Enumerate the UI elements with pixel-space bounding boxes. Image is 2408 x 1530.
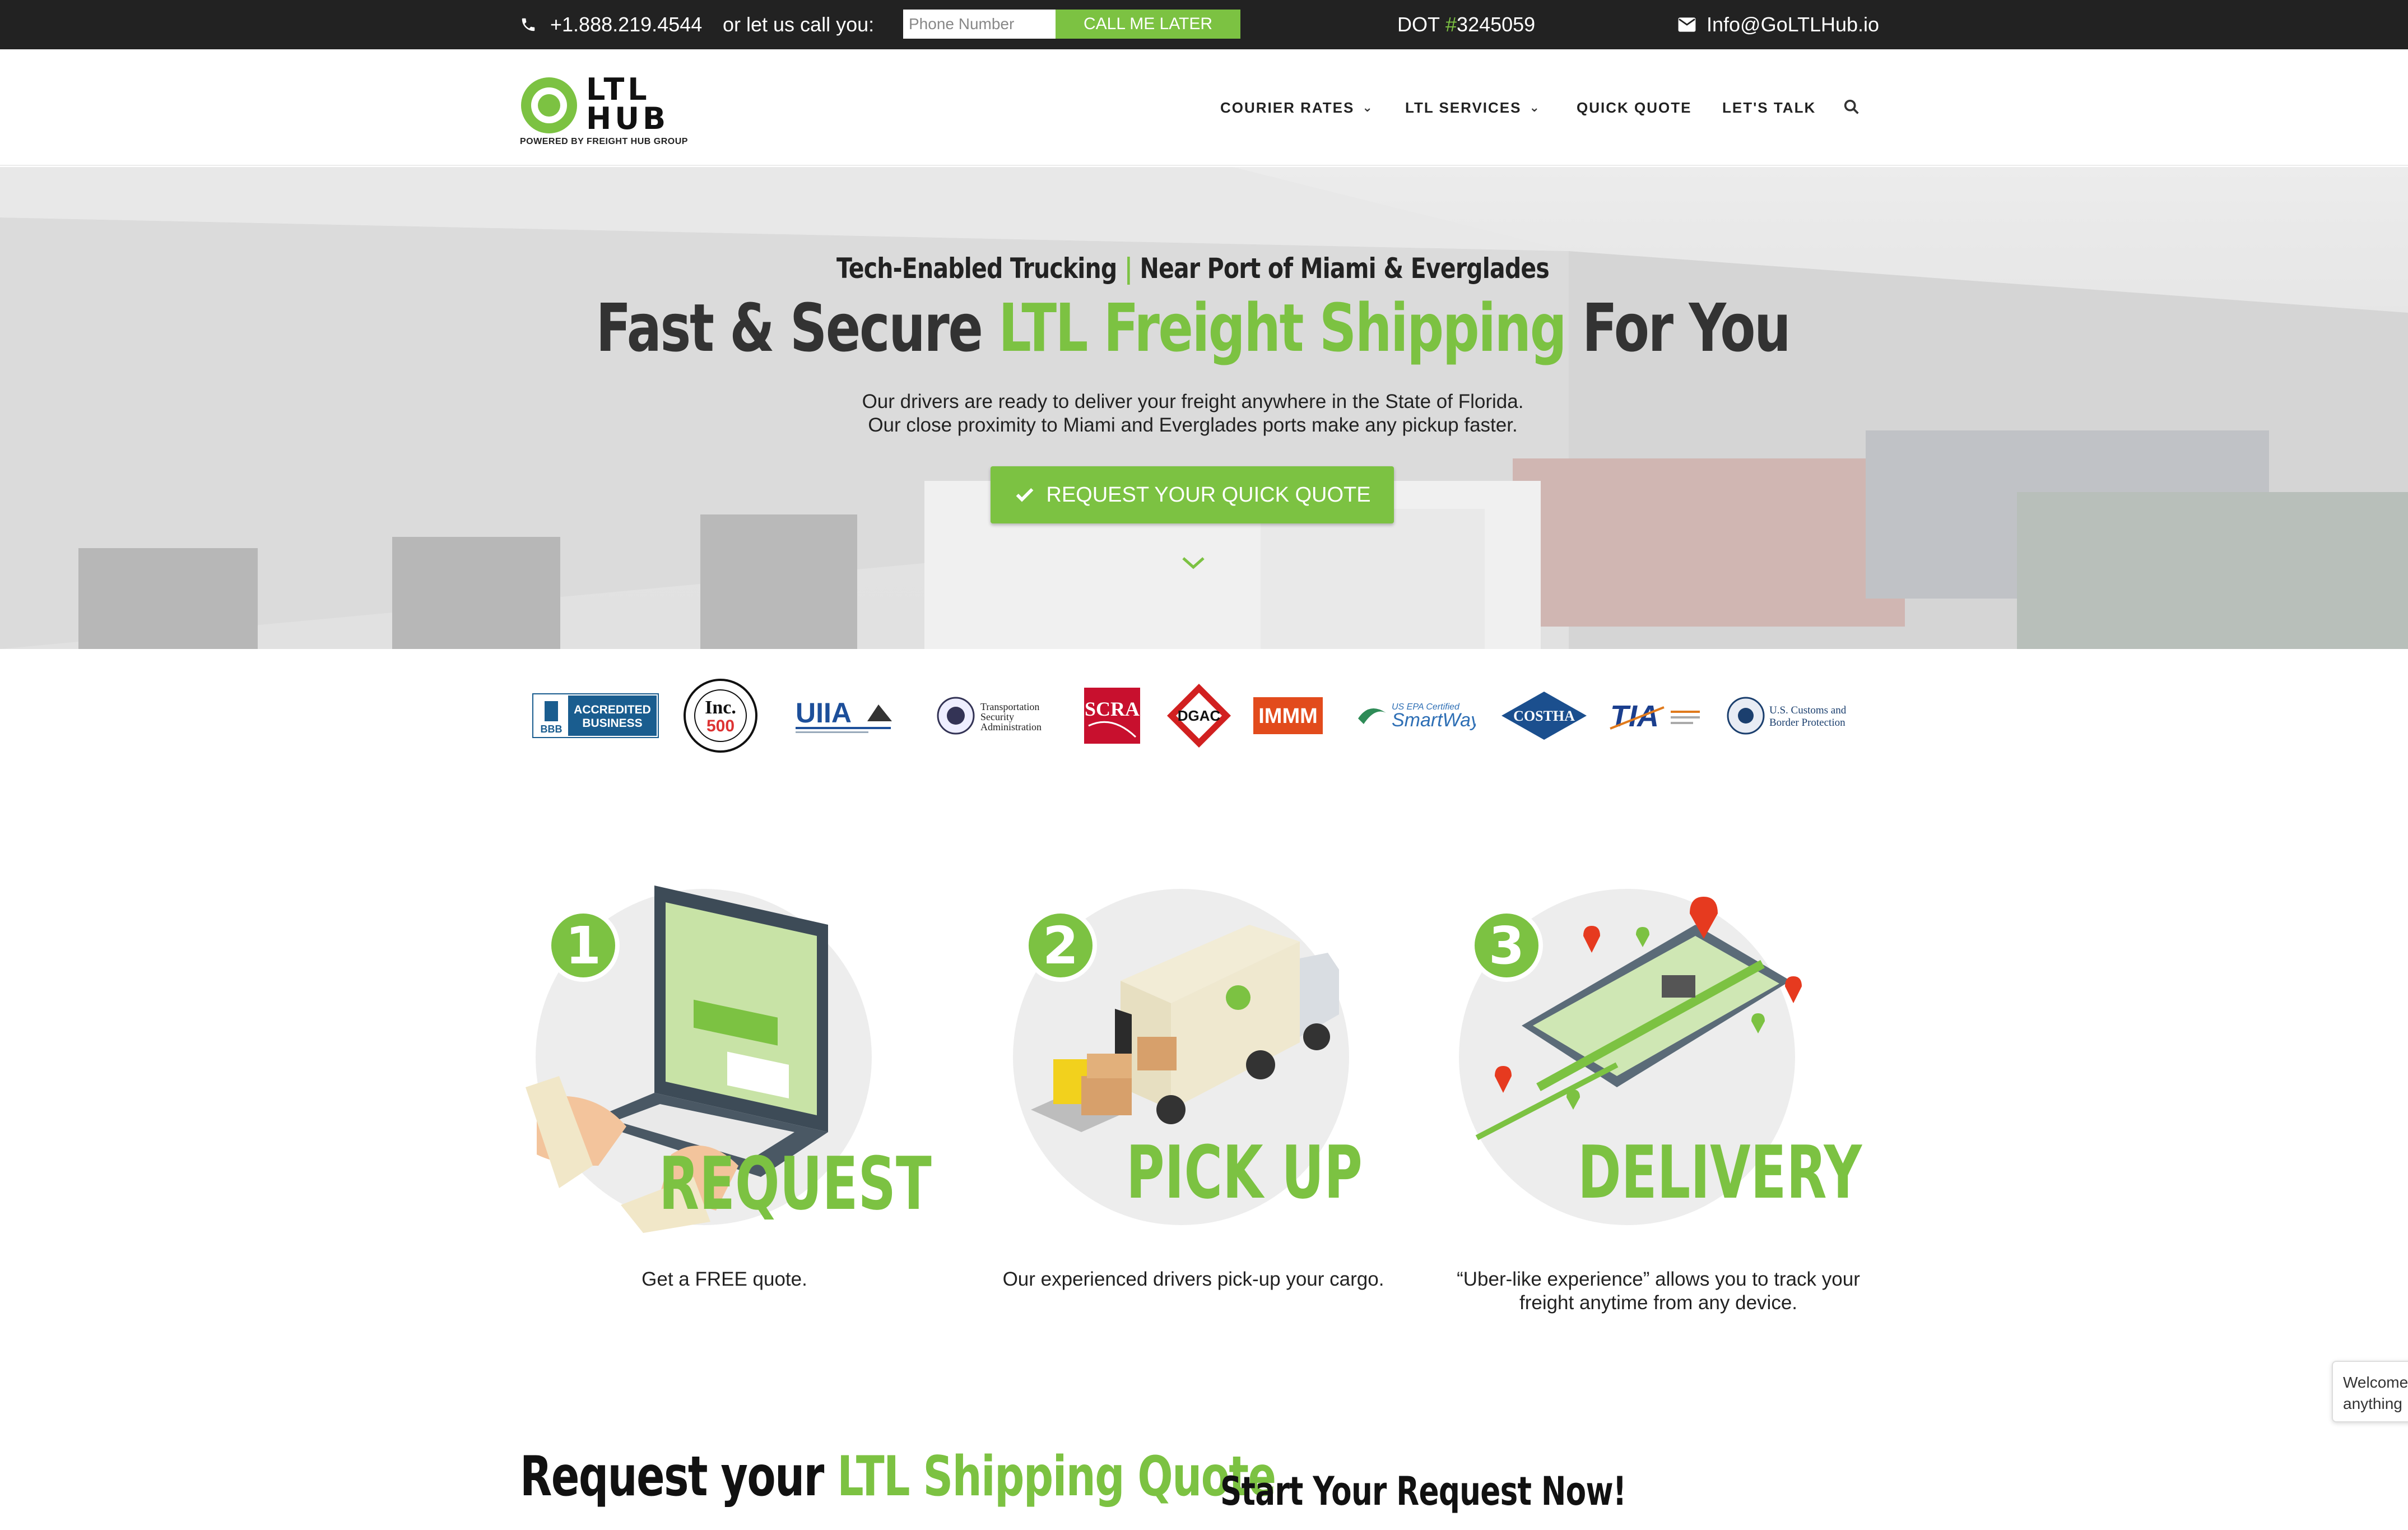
chat-line-1: Welcome	[2343, 1374, 2408, 1391]
page: +1.888.219.4544 or let us call you: CALL…	[0, 0, 2408, 1530]
scra-text: SCRA	[1085, 698, 1140, 720]
scroll-down-chevron-icon[interactable]	[1181, 555, 1206, 572]
step-delivery: 3 DELIVERY	[1449, 874, 1862, 1244]
step-3-description: “Uber-like experience” allows you to tra…	[1440, 1268, 1877, 1315]
request-quick-quote-label: REQUEST YOUR QUICK QUOTE	[1046, 483, 1371, 507]
hero-title-a: Fast & Secure	[596, 289, 983, 367]
callback-phone-input[interactable]	[903, 10, 1056, 39]
hero-description-line-1: Our drivers are ready to deliver your fr…	[862, 391, 1524, 412]
quote-section-title: Request your LTL Shipping Quote	[520, 1445, 1276, 1509]
nav-courier-rates[interactable]: COURIER RATES ⌄	[1220, 49, 1374, 166]
chat-line-2: anything	[2343, 1395, 2402, 1412]
nav-ltl-services[interactable]: LTL SERVICES ⌄	[1405, 49, 1541, 166]
nav-lets-talk[interactable]: LET'S TALK	[1722, 49, 1816, 166]
logo-wordmark: LTL HUB	[586, 72, 670, 136]
step-3-description-line-1: “Uber-like experience” allows you to tra…	[1457, 1268, 1860, 1290]
hero-subtitle-b: Near Port of Miami & Everglades	[1140, 252, 1549, 285]
tsa-logo: Transportation Security Administration	[936, 683, 1059, 749]
hero-description-line-2: Our close proximity to Miami and Evergla…	[868, 414, 1518, 436]
logo-line-1: LTL	[586, 72, 650, 107]
logo-line-2: HUB	[586, 101, 670, 136]
step-title: DELIVERY	[1578, 1130, 1862, 1215]
tsa-line-2: Security	[980, 711, 1014, 722]
step-number: 2	[1024, 909, 1097, 982]
nav-label: QUICK QUOTE	[1577, 99, 1692, 116]
logo-mark-icon	[521, 77, 577, 133]
smartway-logo: US EPA Certified SmartWay	[1352, 683, 1476, 749]
call-me-later-button[interactable]: CALL ME LATER	[1056, 10, 1240, 39]
step-title: REQUEST	[659, 1141, 932, 1226]
step-1-description: Get a FREE quote.	[641, 1268, 807, 1290]
hero-title-highlight: LTL Freight Shipping	[998, 289, 1566, 367]
immm-text: IMMM	[1258, 704, 1318, 728]
smartway-line-2: SmartWay	[1392, 710, 1476, 731]
nav-quick-quote[interactable]: QUICK QUOTE	[1577, 49, 1691, 166]
hero-description: Our drivers are ready to deliver your fr…	[0, 390, 2386, 437]
step-pickup: 2 PICK UP	[1003, 874, 1363, 1244]
costha-logo: COSTHA	[1499, 683, 1589, 749]
topbar-phone-link[interactable]: +1.888.219.4544	[520, 0, 702, 49]
tia-logo: TIA	[1608, 683, 1703, 749]
step-title: PICK UP	[1126, 1130, 1363, 1215]
chat-widget[interactable]: Welcome anything	[2332, 1361, 2408, 1422]
phone-icon	[522, 18, 535, 31]
dgac-logo: DGAC	[1165, 683, 1233, 749]
step-3-description-line-2: freight anytime from any device.	[1519, 1292, 1798, 1314]
dot-number: DOT #3245059	[1397, 0, 1535, 49]
hero-title: Fast & Secure LTL Freight Shipping For Y…	[262, 289, 2123, 367]
hero-subtitle-separator: |	[1124, 252, 1133, 285]
bbb-line-2: BUSINESS	[582, 717, 642, 730]
accreditation-logos: ACCREDITED BUSINESS BBB Inc. 500 UIIA Tr…	[0, 649, 2408, 755]
hero-subtitle-a: Tech-Enabled Trucking	[836, 252, 1117, 285]
site-header: LTL HUB POWERED BY FREIGHT HUB GROUP COU…	[0, 49, 2408, 166]
scra-logo: SCRA	[1081, 683, 1143, 749]
inc-500-logo: Inc. 500	[681, 679, 760, 753]
nav-label: COURIER RATES	[1220, 99, 1355, 116]
step-2-description: Our experienced drivers pick-up your car…	[1002, 1268, 1384, 1290]
hero-subtitle: Tech-Enabled Trucking | Near Port of Mia…	[215, 252, 2171, 285]
quote-title-highlight: LTL Shipping Quote	[837, 1445, 1276, 1509]
uiia-text: UIIA	[796, 697, 852, 729]
cbp-line-2: Border Protection	[1769, 717, 1845, 729]
start-request-title: Start Your Request Now!	[1220, 1468, 1626, 1514]
search-icon[interactable]	[1842, 98, 1861, 117]
tia-text: TIA	[1610, 699, 1659, 733]
step-number: 3	[1470, 909, 1543, 982]
logo-tagline: POWERED BY FREIGHT HUB GROUP	[520, 137, 688, 146]
topbar-email-text: Info@GoLTLHub.io	[1707, 13, 1880, 36]
chevron-down-icon: ⌄	[1529, 100, 1541, 114]
nav-label: LTL SERVICES	[1405, 99, 1522, 116]
bbb-line-1: ACCREDITED	[574, 703, 651, 716]
dot-hash: #	[1445, 13, 1457, 36]
step-number: 1	[547, 909, 620, 982]
bbb-accredited-logo: ACCREDITED BUSINESS BBB	[532, 683, 659, 749]
cbp-logo: U.S. Customs and Border Protection	[1726, 683, 1854, 749]
call-prompt: or let us call you:	[723, 13, 875, 36]
tsa-line-3: Administration	[980, 721, 1042, 732]
chevron-down-icon: ⌄	[1362, 100, 1374, 114]
quote-title-a: Request your	[520, 1445, 824, 1509]
uiia-logo: UIIA	[793, 683, 900, 749]
costha-text: COSTHA	[1513, 708, 1575, 724]
step-request: 1 REQUEST	[526, 874, 932, 1244]
immm-logo: IMMM	[1252, 683, 1324, 749]
mail-icon	[1678, 17, 1696, 32]
checkmark-icon	[1016, 488, 1034, 502]
inc-line-1: Inc.	[705, 697, 736, 718]
cbp-line-1: U.S. Customs and	[1769, 704, 1847, 716]
site-logo[interactable]: LTL HUB POWERED BY FREIGHT HUB GROUP	[520, 72, 699, 147]
dgac-text: DGAC	[1178, 707, 1221, 724]
inc-line-2: 500	[706, 717, 735, 735]
top-bar: +1.888.219.4544 or let us call you: CALL…	[0, 0, 2408, 49]
tsa-line-1: Transportation	[980, 701, 1039, 712]
hero-title-b: For You	[1582, 289, 1791, 367]
topbar-phone-text: +1.888.219.4544	[550, 13, 703, 36]
dot-label: DOT	[1397, 13, 1440, 36]
topbar-email-link[interactable]: Info@GoLTLHub.io	[1677, 0, 1879, 49]
dot-value: 3245059	[1457, 13, 1536, 36]
hero-section: Tech-Enabled Trucking | Near Port of Mia…	[0, 167, 2408, 649]
request-quick-quote-button[interactable]: REQUEST YOUR QUICK QUOTE	[991, 466, 1394, 523]
nav-label: LET'S TALK	[1722, 99, 1816, 116]
bbb-line-3: BBB	[541, 724, 563, 735]
